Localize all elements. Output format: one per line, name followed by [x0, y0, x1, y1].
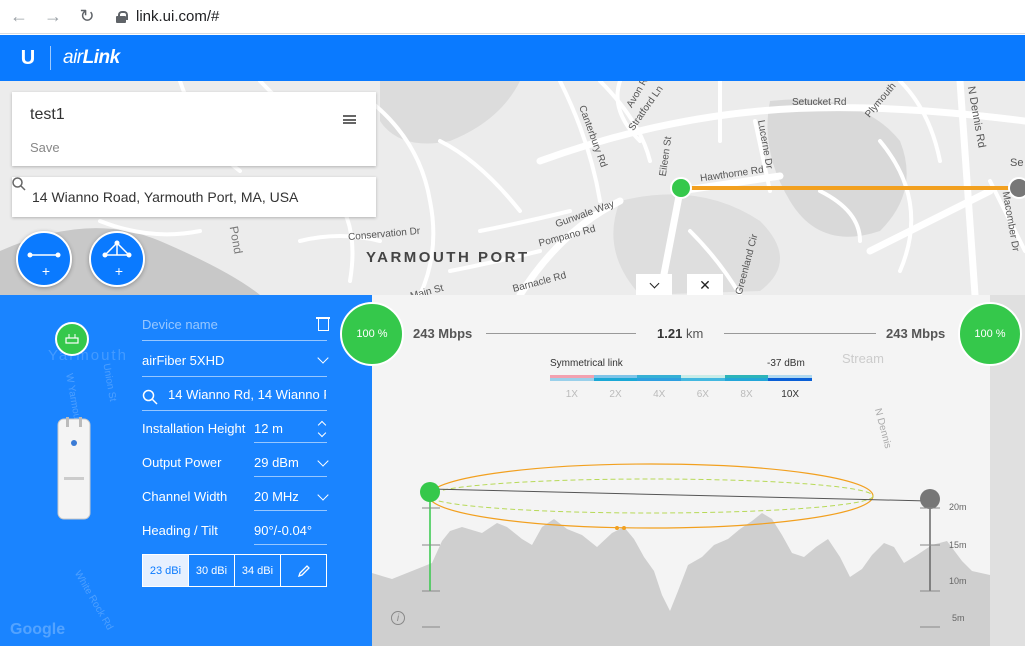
browser-toolbar: ← → ↻ link.ui.com/# — [0, 0, 1025, 34]
arrow-right-icon: → — [44, 6, 62, 26]
product-name: Link — [82, 47, 121, 68]
forward-button[interactable]: → — [38, 2, 68, 32]
project-card: test1 Save — [12, 92, 376, 166]
reload-icon: ↻ — [79, 6, 95, 26]
add-ptp-link-button[interactable]: + — [16, 231, 72, 287]
arrow-right-line — [724, 333, 876, 334]
output-power-select[interactable]: 29 dBm — [254, 455, 299, 470]
chevron-down-icon[interactable] — [317, 428, 327, 438]
antenna-34dbi-button[interactable]: 34 dBi — [235, 555, 281, 586]
right-throughput: 243 Mbps — [886, 326, 946, 341]
project-name[interactable]: test1 — [30, 106, 65, 124]
back-button[interactable]: ← — [4, 2, 34, 32]
arrow-left-line — [486, 333, 636, 334]
left-link-quality-badge: 100 % — [340, 302, 404, 366]
field-divider — [254, 442, 327, 443]
app-header: U airLink — [0, 35, 1025, 81]
modulation-bar — [550, 375, 813, 381]
device-panel: Yarmouth Union St W Yarmouth White Rock … — [0, 295, 372, 646]
installation-height-label: Installation Height — [142, 421, 246, 436]
channel-width-label: Channel Width — [142, 489, 228, 504]
url-text: link.ui.com/# — [136, 8, 220, 25]
distance-unit: km — [685, 326, 704, 341]
address-search-input[interactable] — [32, 189, 332, 205]
modulation-step-active: 10X — [781, 389, 800, 400]
field-divider — [142, 410, 327, 411]
field-divider — [142, 376, 327, 377]
output-power-label: Output Power — [142, 455, 222, 470]
product-name-prefix: air — [63, 47, 83, 68]
town-label: YARMOUTH PORT — [366, 249, 530, 266]
road-label: Se — [1010, 157, 1024, 169]
device-name-label: Device name — [142, 317, 218, 332]
collapse-panel-button[interactable] — [636, 274, 672, 296]
antenna-30dbi-button[interactable]: 30 dBi — [189, 555, 235, 586]
elevation-tick: 5m — [952, 613, 965, 623]
product-logo[interactable]: airLink — [63, 47, 120, 69]
address-bar[interactable]: link.ui.com/# — [116, 3, 1019, 31]
plus-icon: + — [41, 263, 51, 279]
elevation-profile-chart — [372, 295, 990, 646]
chevron-down-icon — [317, 352, 329, 364]
modulation-step: 4X — [653, 389, 666, 400]
add-ptmp-link-button[interactable]: + — [89, 231, 145, 287]
logo-divider — [50, 46, 51, 70]
link-distance: 1.21 km — [657, 326, 703, 341]
plus-icon: + — [114, 263, 124, 279]
elevation-tick: 15m — [949, 540, 967, 550]
chevron-down-icon — [649, 278, 659, 288]
device-status-indicator — [55, 322, 89, 356]
distance-value: 1.21 — [657, 326, 683, 341]
modulation-step: 2X — [609, 389, 622, 400]
search-icon[interactable] — [12, 177, 26, 191]
map-label: White Rock Rd — [71, 568, 115, 633]
road-label: Setucket Rd — [792, 97, 847, 108]
elevation-tick: 10m — [949, 576, 967, 586]
heading-tilt-input[interactable]: 90°/-0.04° — [254, 523, 312, 538]
elevation-tick: 20m — [949, 502, 967, 512]
lock-icon — [116, 10, 128, 23]
device-model-select[interactable]: airFiber 5XHD — [142, 353, 224, 368]
modulation-step: 6X — [696, 389, 709, 400]
trash-icon[interactable] — [316, 317, 330, 331]
map-label: Stream — [842, 351, 884, 366]
installation-height-input[interactable]: 12 m — [254, 421, 283, 436]
ubiquiti-logo-icon[interactable]: U — [10, 40, 46, 76]
heading-tilt-label: Heading / Tilt — [142, 523, 218, 538]
channel-width-select[interactable]: 20 MHz — [254, 489, 299, 504]
address-search — [12, 177, 376, 217]
chevron-down-icon — [317, 489, 329, 501]
info-icon[interactable]: i — [391, 611, 405, 625]
router-icon — [65, 334, 79, 344]
field-divider — [142, 340, 327, 341]
arrow-left-icon: ← — [10, 6, 28, 26]
modulation-step: 8X — [740, 389, 753, 400]
search-icon — [142, 389, 158, 405]
close-panel-button[interactable]: ✕ — [687, 274, 723, 296]
modulation-step: 1X — [565, 389, 578, 400]
airfiber-device-image — [57, 417, 91, 520]
pencil-icon — [297, 564, 310, 577]
edit-antenna-button[interactable] — [281, 555, 326, 586]
left-throughput: 243 Mbps — [413, 326, 473, 341]
save-button[interactable]: Save — [30, 140, 60, 155]
link-details-panel: Stream N Dennis 20m 15m 10m 5m 243 Mbps … — [372, 295, 990, 646]
close-icon: ✕ — [699, 276, 711, 293]
signal-strength: -37 dBm — [767, 358, 805, 369]
hamburger-menu-icon[interactable] — [343, 115, 356, 124]
field-divider — [254, 510, 327, 511]
antenna-gain-selector: 23 dBi 30 dBi 34 dBi — [142, 554, 327, 587]
symmetry-label: Symmetrical link — [550, 358, 623, 369]
field-divider — [254, 544, 327, 545]
modulation-scale: 1X 2X 4X 6X 8X 10X — [550, 389, 812, 400]
google-logo: Google — [10, 621, 66, 638]
map-label: Union St — [100, 362, 118, 403]
field-divider — [254, 476, 327, 477]
antenna-23dbi-button[interactable]: 23 dBi — [143, 555, 189, 586]
reload-button[interactable]: ↻ — [72, 2, 102, 32]
right-link-quality-badge: 100 % — [958, 302, 1022, 366]
logo-mark: U — [20, 46, 36, 69]
device-location-input[interactable]: 14 Wianno Rd, 14 Wianno R — [168, 387, 326, 402]
chevron-down-icon — [317, 455, 329, 467]
